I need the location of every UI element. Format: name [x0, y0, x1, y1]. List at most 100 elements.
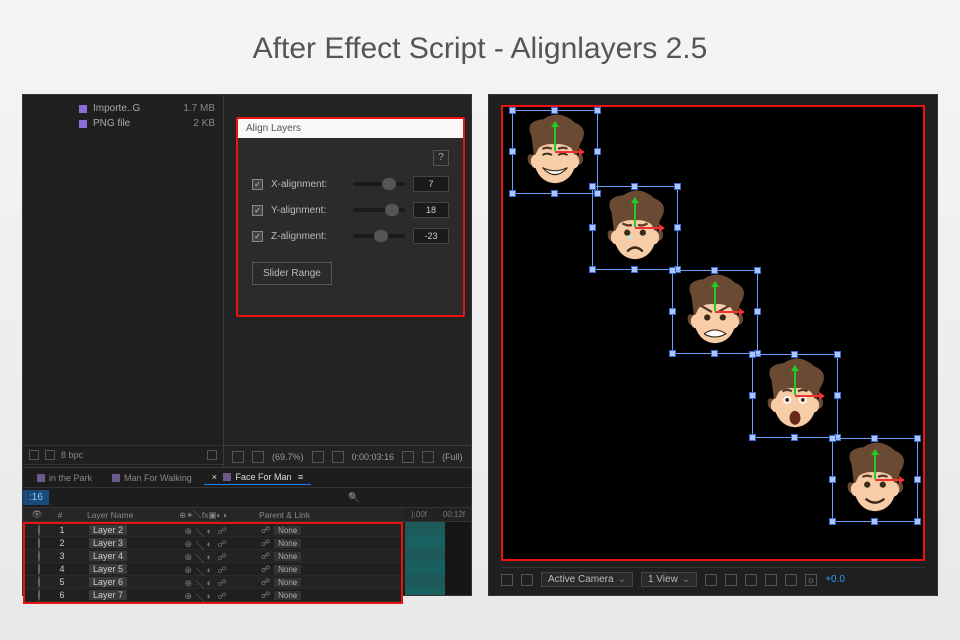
- resolution-icon[interactable]: [312, 451, 324, 463]
- resize-handle[interactable]: [594, 107, 601, 114]
- resize-handle[interactable]: [551, 190, 558, 197]
- y-alignment-slider[interactable]: [353, 208, 405, 212]
- layer-name[interactable]: Layer 5: [89, 564, 127, 574]
- resize-handle[interactable]: [594, 148, 601, 155]
- visibility-toggle[interactable]: [38, 524, 40, 536]
- resize-handle[interactable]: [631, 183, 638, 190]
- x-alignment-checkbox[interactable]: [252, 179, 263, 190]
- visibility-toggle[interactable]: [38, 563, 40, 575]
- grid-icon[interactable]: [501, 574, 513, 586]
- timeline-tab[interactable]: in the Park: [29, 471, 100, 485]
- x-axis-gizmo[interactable]: [635, 227, 663, 229]
- parent-dropdown[interactable]: None: [274, 591, 301, 600]
- resize-handle[interactable]: [914, 435, 921, 442]
- z-alignment-checkbox[interactable]: [252, 231, 263, 242]
- layer-row[interactable]: 5Layer 6⊕＼◐☍☍None: [25, 576, 401, 589]
- resize-handle[interactable]: [509, 107, 516, 114]
- project-item[interactable]: PNG file 2 KB: [31, 116, 215, 131]
- transparency-icon[interactable]: [785, 574, 797, 586]
- folder-icon[interactable]: [29, 450, 39, 460]
- layer-row[interactable]: 4Layer 5⊕＼◐☍☍None: [25, 563, 401, 576]
- shy-icon[interactable]: [366, 492, 378, 504]
- timeline-bars-area[interactable]: [405, 522, 471, 595]
- layer-name[interactable]: Layer 2: [89, 525, 127, 535]
- pickwhip-icon[interactable]: ☍: [261, 525, 270, 535]
- layer-name[interactable]: Layer 4: [89, 551, 127, 561]
- label-color[interactable]: [71, 589, 73, 601]
- resize-handle[interactable]: [871, 435, 878, 442]
- layer-name[interactable]: Layer 7: [89, 590, 127, 600]
- layer-instance[interactable]: [835, 441, 915, 519]
- layer-instance[interactable]: [675, 273, 755, 351]
- pickwhip-icon[interactable]: ☍: [261, 551, 270, 561]
- layer-name[interactable]: Layer 3: [89, 538, 127, 548]
- channels-icon[interactable]: [422, 451, 434, 463]
- project-item[interactable]: Importe..G 1.7 MB: [31, 101, 215, 116]
- visibility-toggle[interactable]: [38, 576, 40, 588]
- resize-handle[interactable]: [791, 351, 798, 358]
- y-axis-gizmo[interactable]: [634, 199, 636, 227]
- timeline-icon[interactable]: [765, 574, 777, 586]
- resize-handle[interactable]: [749, 351, 756, 358]
- layer-row[interactable]: 3Layer 4⊕＼◐☍☍None: [25, 550, 401, 563]
- composition-viewport[interactable]: [501, 105, 925, 561]
- search-icon[interactable]: 🔍: [348, 492, 360, 504]
- timeline-tab[interactable]: Man For Walking: [104, 471, 200, 485]
- label-color[interactable]: [71, 563, 73, 575]
- label-color[interactable]: [71, 524, 73, 536]
- parent-dropdown[interactable]: None: [274, 578, 301, 587]
- layer-switches[interactable]: ⊕＼◐☍: [155, 539, 255, 547]
- layer-name[interactable]: Layer 6: [89, 577, 127, 587]
- y-axis-gizmo[interactable]: [714, 283, 716, 311]
- y-axis-gizmo[interactable]: [874, 451, 876, 479]
- guides-icon[interactable]: [332, 451, 344, 463]
- visibility-toggle[interactable]: [38, 589, 40, 601]
- label-color[interactable]: [71, 550, 73, 562]
- fast-preview-icon[interactable]: [745, 574, 757, 586]
- parent-dropdown[interactable]: None: [274, 526, 301, 535]
- current-time[interactable]: :16: [23, 490, 49, 505]
- y-alignment-checkbox[interactable]: [252, 205, 263, 216]
- pickwhip-icon[interactable]: ☍: [261, 564, 270, 574]
- pickwhip-icon[interactable]: ☍: [261, 577, 270, 587]
- layer-switches[interactable]: ⊕＼◐☍: [155, 552, 255, 560]
- parent-dropdown[interactable]: None: [274, 552, 301, 561]
- align-dialog-title[interactable]: Align Layers: [238, 119, 463, 138]
- resize-handle[interactable]: [834, 392, 841, 399]
- y-alignment-value[interactable]: 18: [413, 202, 449, 218]
- pickwhip-icon[interactable]: ☍: [261, 538, 270, 548]
- views-select[interactable]: 1 View: [641, 572, 697, 587]
- layer-instance[interactable]: [595, 189, 675, 267]
- x-alignment-slider[interactable]: [353, 182, 405, 186]
- resize-handle[interactable]: [589, 224, 596, 231]
- pixel-aspect-icon[interactable]: [725, 574, 737, 586]
- camera-select[interactable]: Active Camera: [541, 572, 633, 587]
- frame-blend-icon[interactable]: [384, 492, 396, 504]
- parent-dropdown[interactable]: None: [274, 539, 301, 548]
- resize-handle[interactable]: [631, 266, 638, 273]
- x-axis-gizmo[interactable]: [555, 151, 583, 153]
- resize-handle[interactable]: [749, 392, 756, 399]
- layer-switches[interactable]: ⊕＼◐☍: [155, 578, 255, 586]
- resize-handle[interactable]: [669, 267, 676, 274]
- resize-handle[interactable]: [674, 224, 681, 231]
- resize-handle[interactable]: [711, 350, 718, 357]
- x-axis-gizmo[interactable]: [715, 311, 743, 313]
- resize-handle[interactable]: [669, 350, 676, 357]
- resize-handle[interactable]: [589, 266, 596, 273]
- switch-icon[interactable]: [456, 492, 468, 504]
- timeline-tab[interactable]: × Face For Man ≡: [204, 470, 312, 485]
- label-color[interactable]: [71, 537, 73, 549]
- snapshot-icon[interactable]: [402, 451, 414, 463]
- timecode-display[interactable]: 0:00:03:16: [352, 452, 395, 462]
- resize-handle[interactable]: [829, 476, 836, 483]
- layer-switches[interactable]: ⊕＼◐☍: [155, 565, 255, 573]
- resize-handle[interactable]: [914, 476, 921, 483]
- resize-handle[interactable]: [674, 183, 681, 190]
- parent-dropdown[interactable]: None: [274, 565, 301, 574]
- resize-handle[interactable]: [749, 434, 756, 441]
- resize-handle[interactable]: [834, 351, 841, 358]
- layer-instance[interactable]: [515, 113, 595, 191]
- resize-handle[interactable]: [711, 267, 718, 274]
- layer-row[interactable]: 1Layer 2⊕＼◐☍☍None: [25, 524, 401, 537]
